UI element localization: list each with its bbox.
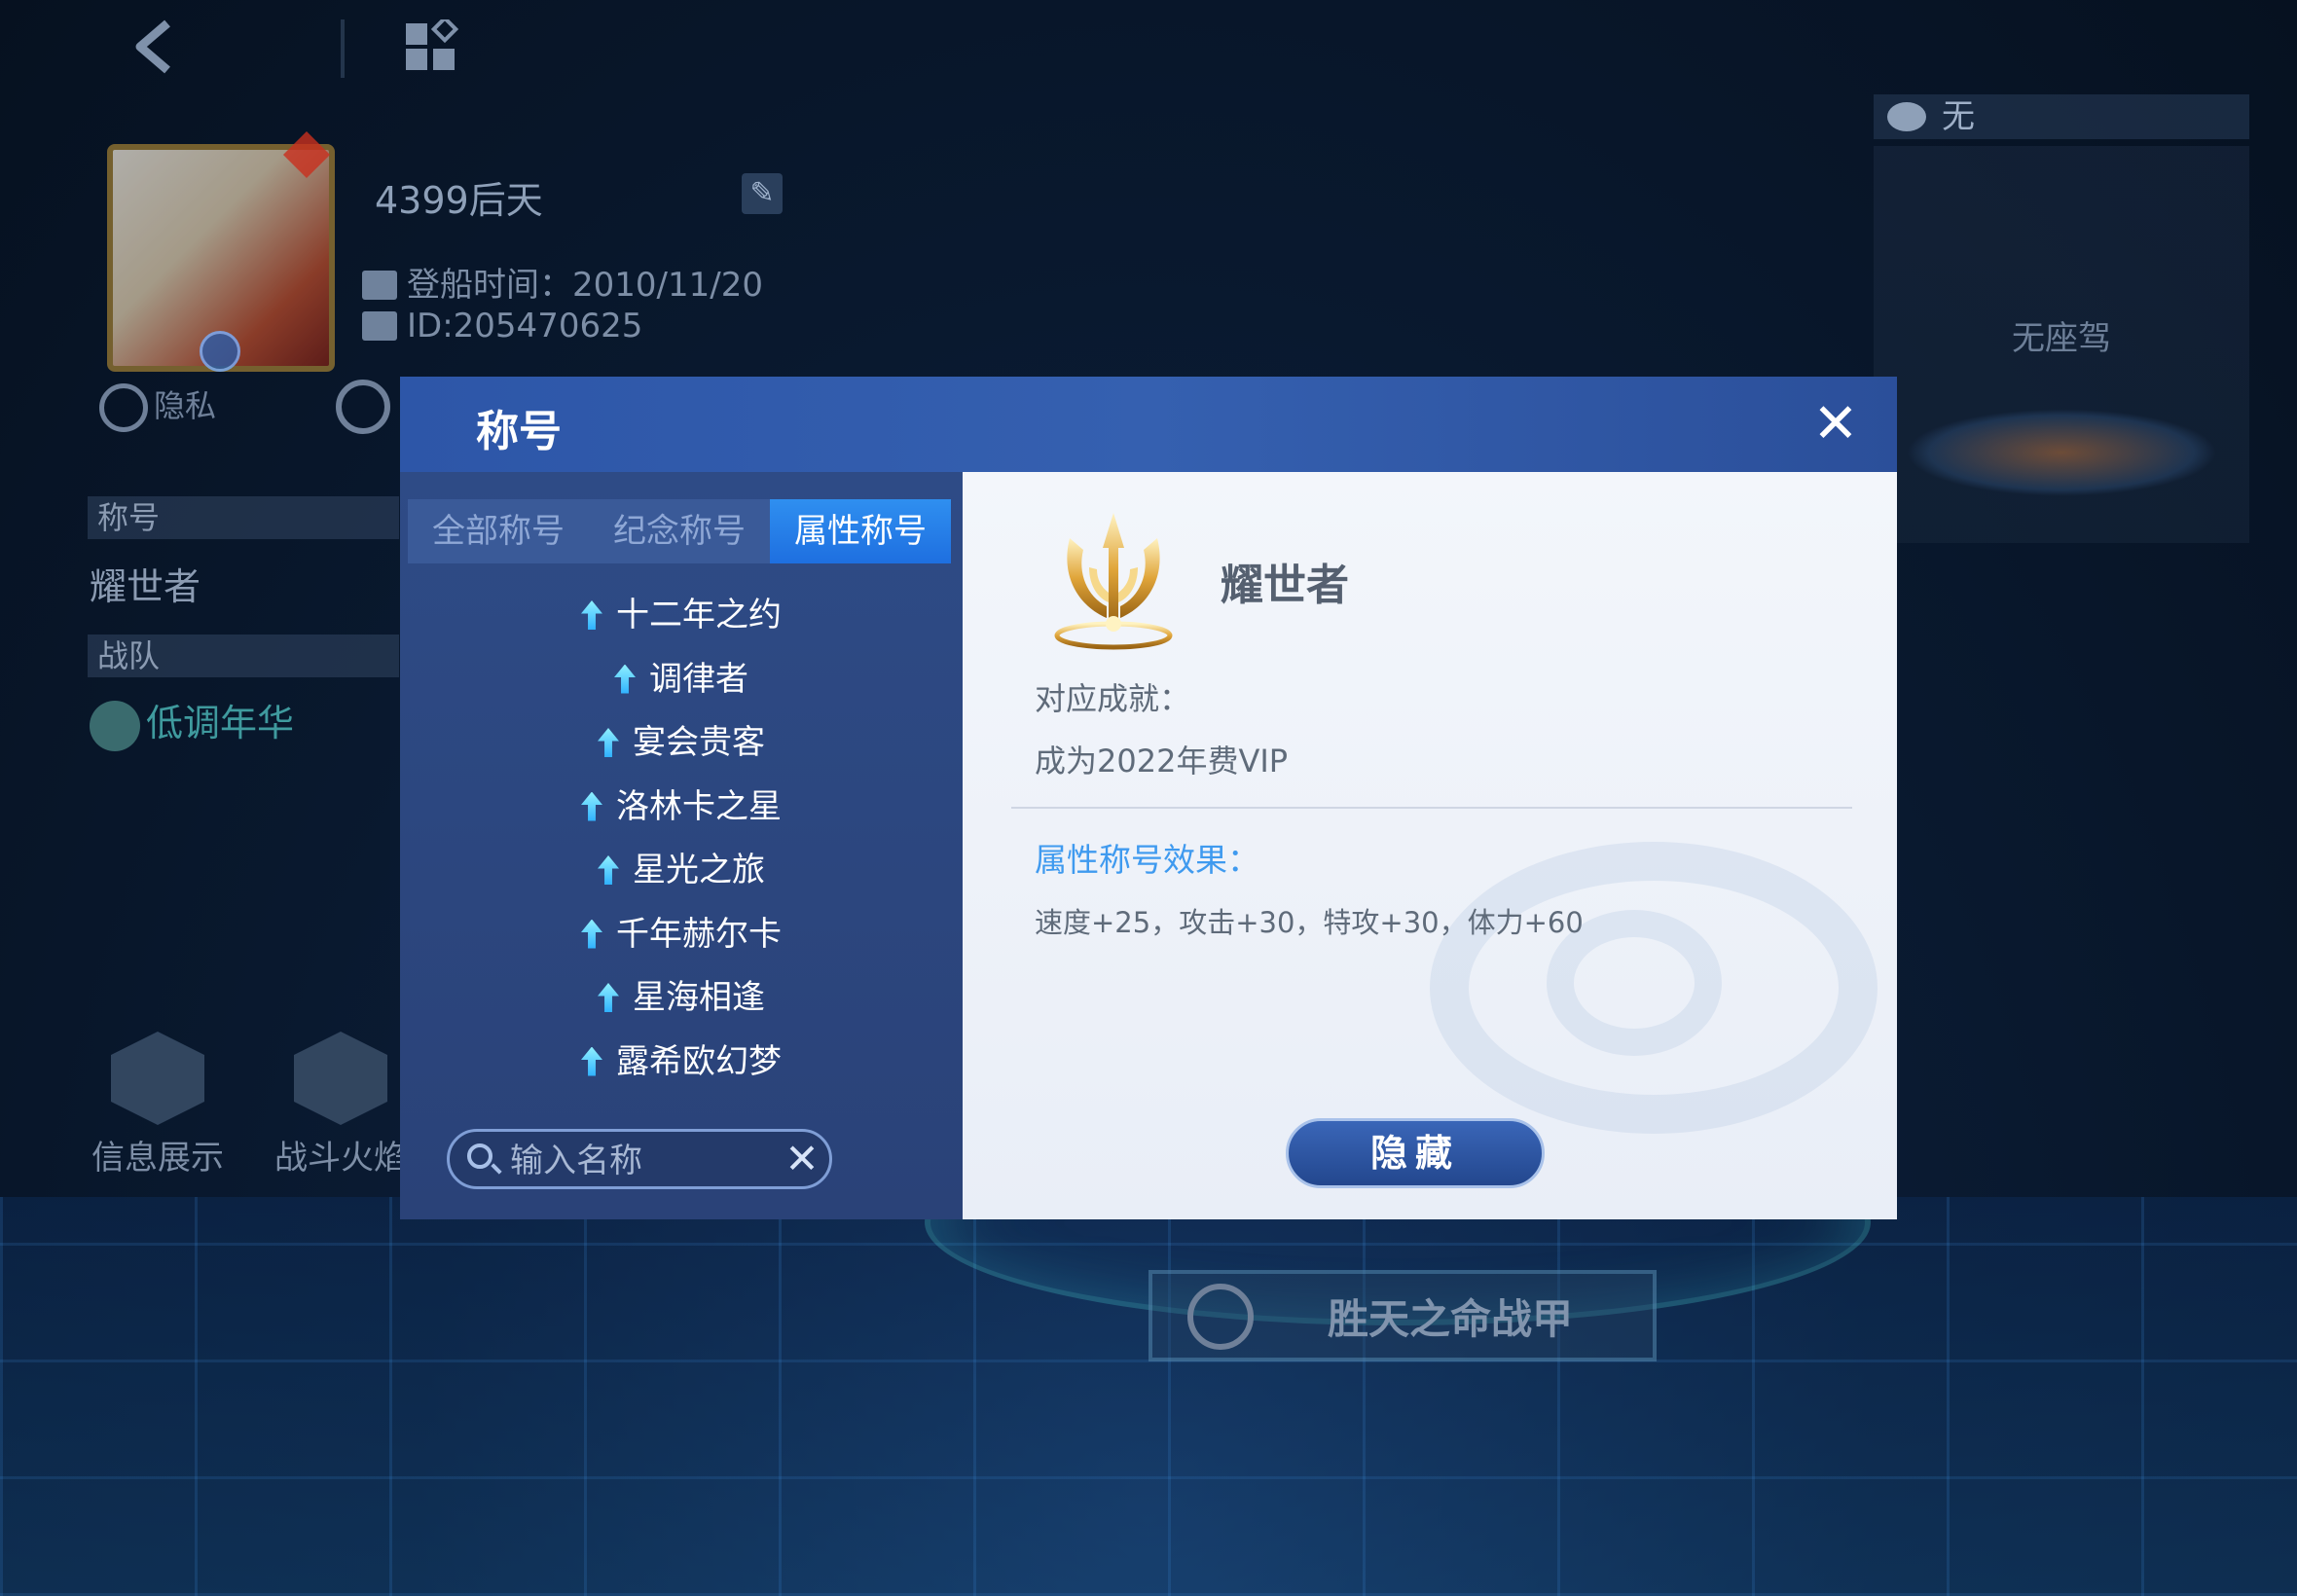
tab-attribute-titles[interactable]: 属性称号 [770, 499, 951, 563]
trident-emblem-icon [1054, 513, 1173, 650]
title-item-label: 千年赫尔卡 [616, 914, 782, 954]
up-arrow-icon [598, 728, 619, 757]
switch-icon [1187, 1284, 1254, 1350]
privacy-label: 隐私 [154, 387, 217, 424]
calendar-icon [362, 271, 397, 300]
battle-flame-label: 战斗火焰 [274, 1139, 407, 1178]
nav-separator [341, 19, 345, 78]
up-arrow-icon [581, 919, 602, 949]
list-item[interactable]: 星海相逢 [400, 966, 963, 1031]
battle-flame-button[interactable]: 战斗火焰 [273, 1032, 409, 1179]
title-item-label: 调律者 [649, 659, 748, 699]
edit-icon[interactable]: ✎ [742, 173, 783, 214]
title-item-label: 宴会贵客 [633, 723, 765, 762]
divider [1011, 807, 1852, 809]
list-item[interactable]: 洛林卡之星 [400, 776, 963, 840]
dialog-title: 称号 [476, 407, 562, 456]
title-item-label: 星海相逢 [633, 978, 765, 1017]
tab-all-titles[interactable]: 全部称号 [408, 499, 589, 563]
up-arrow-icon [614, 664, 636, 694]
player-name: 4399后天 [375, 179, 543, 222]
title-tabs: 全部称号 纪念称号 属性称号 [408, 499, 951, 563]
title-detail-panel: 耀世者 对应成就： 成为2022年费VIP 属性称号效果： 速度+25，攻击+3… [963, 472, 1897, 1219]
title-dialog: 称号 ✕ 全部称号 纪念称号 属性称号 十二年之约 调律者 宴会贵客 洛林卡之星… [400, 377, 1897, 1219]
close-icon[interactable]: ✕ [1809, 397, 1862, 452]
list-item[interactable]: 星光之旅 [400, 839, 963, 903]
title-item-label: 十二年之约 [616, 596, 782, 635]
up-arrow-icon [581, 791, 602, 821]
title-item-label: 露希欧幻梦 [616, 1041, 782, 1081]
player-id: ID:205470625 [407, 307, 643, 345]
title-list: 十二年之约 调律者 宴会贵客 洛林卡之星 星光之旅 千年赫尔卡 星海相逢 露希欧… [400, 584, 963, 1094]
team-emblem-icon [90, 700, 140, 751]
current-title: 耀世者 [90, 565, 201, 608]
achievement-label: 对应成就： [1035, 680, 1191, 717]
list-item[interactable]: 十二年之约 [400, 584, 963, 648]
back-arrow-icon[interactable] [127, 18, 185, 76]
up-arrow-icon [581, 600, 602, 630]
search-icon [467, 1143, 492, 1169]
effect-label: 属性称号效果： [1035, 841, 1259, 879]
list-item[interactable]: 千年赫尔卡 [400, 903, 963, 967]
id-card-icon [362, 311, 397, 341]
mount-empty-text: 无座驾 [2012, 319, 2111, 358]
hide-button[interactable]: 隐藏 [1286, 1118, 1545, 1188]
search-input[interactable] [508, 1140, 775, 1182]
team-name[interactable]: 低调年华 [90, 693, 294, 751]
info-display-label: 信息展示 [91, 1139, 224, 1178]
clear-icon[interactable]: ✕ [781, 1136, 823, 1182]
team-value: 低调年华 [146, 702, 295, 744]
up-arrow-icon [598, 983, 619, 1012]
mount-header-text: 无 [1942, 97, 1975, 136]
tab-commemorative-titles[interactable]: 纪念称号 [589, 499, 770, 563]
ring-icon[interactable] [336, 380, 390, 434]
title-item-label: 星光之旅 [633, 851, 765, 889]
menu-grid-icon[interactable] [404, 19, 458, 74]
title-list-panel: 全部称号 纪念称号 属性称号 十二年之约 调律者 宴会贵客 洛林卡之星 星光之旅… [400, 472, 963, 1219]
planet-icon [1887, 102, 1926, 131]
search-box: ✕ [447, 1129, 832, 1189]
join-date: 登船时间：2010/11/20 [407, 266, 763, 305]
armor-button[interactable]: 胜天之命战甲 [1148, 1270, 1657, 1361]
mount-platform [1906, 409, 2217, 496]
list-item[interactable]: 露希欧幻梦 [400, 1031, 963, 1095]
id-line: ID:205470625 [362, 307, 642, 345]
effect-value: 速度+25，攻击+30，特攻+30，体力+60 [1035, 906, 1584, 939]
selected-title-name: 耀世者 [1221, 561, 1349, 610]
title-section-label: 称号 [88, 496, 399, 539]
info-display-icon [111, 1032, 204, 1125]
achievement-value: 成为2022年费VIP [1035, 743, 1289, 780]
join-date-line: 登船时间：2010/11/20 [362, 258, 763, 306]
armor-label: 胜天之命战甲 [1328, 1295, 1574, 1343]
mount-header: 无 [1874, 94, 2249, 139]
info-display-button[interactable]: 信息展示 [90, 1032, 226, 1179]
privacy-button[interactable]: 隐私 [99, 381, 216, 432]
up-arrow-icon [598, 855, 619, 885]
dialog-header: 称号 ✕ [400, 377, 1897, 472]
list-item[interactable]: 宴会贵客 [400, 711, 963, 776]
avatar-level-badge [200, 331, 240, 372]
title-item-label: 洛林卡之星 [616, 786, 782, 826]
list-item[interactable]: 调律者 [400, 648, 963, 712]
up-arrow-icon [581, 1046, 602, 1076]
privacy-icon [99, 383, 148, 432]
battle-flame-icon [294, 1032, 387, 1125]
team-section-label: 战队 [88, 635, 399, 677]
